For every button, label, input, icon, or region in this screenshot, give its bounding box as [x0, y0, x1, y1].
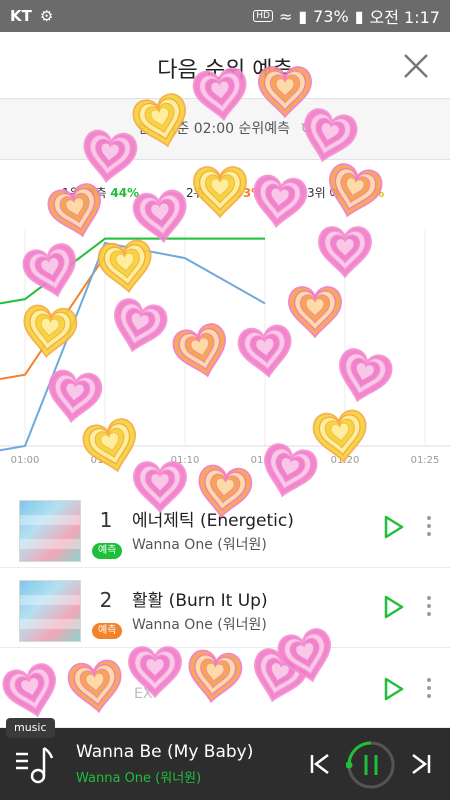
prediction-3-label: 3위 예측: [307, 186, 352, 200]
album-art: [19, 580, 81, 642]
song-artist: Wanna One (워너원): [132, 537, 267, 553]
prediction-1-percent: 44%: [110, 186, 140, 200]
play-icon: [384, 677, 404, 701]
chart-svg: 01:00 01:05 01:10 01:15 01:20 01:25: [0, 230, 450, 466]
play-icon: [384, 595, 404, 619]
x-tick-label: 01:20: [331, 455, 360, 466]
close-button[interactable]: [396, 46, 436, 86]
page-title: 다음 순위 예측: [157, 58, 293, 83]
close-icon: [404, 54, 428, 78]
rank-number: 2: [99, 588, 113, 612]
playlist-menu-icon[interactable]: [14, 744, 54, 784]
rank-number: 1: [99, 508, 113, 532]
song-title: 활활 (Burn It Up): [132, 591, 268, 611]
next-button[interactable]: [408, 750, 434, 778]
wifi-icon: ≈: [278, 6, 293, 26]
timestamp-text-row: 현재기준 02:00 순위예측 ↻: [0, 118, 450, 138]
clock: 오전 1:17: [369, 8, 440, 27]
now-playing-artist: Wanna One (워너원): [76, 771, 202, 786]
song-artist: Wanna One (워너원): [132, 617, 267, 633]
x-tick-label: 01:10: [171, 455, 200, 466]
prediction-badge: 예측: [92, 623, 123, 639]
prediction-chart: 01:00 01:05 01:10 01:15 01:20 01:25: [0, 220, 450, 470]
song-row-2[interactable]: 2 예측 활활 (Burn It Up) Wanna One (워너원): [0, 568, 450, 648]
status-bar: KT ⚙ HD ≈ ▮ 73% ▮ 오전 1:17: [0, 0, 450, 32]
x-tick-label: 01:05: [91, 455, 120, 466]
play-button[interactable]: [380, 594, 406, 620]
header: 다음 순위 예측: [0, 32, 450, 98]
prediction-1: 1위 예측 44%: [62, 184, 139, 201]
prediction-1-label: 1위 예측: [62, 186, 107, 200]
x-tick-label: 01:25: [411, 455, 440, 466]
timestamp-bar: 현재기준 02:00 순위예측 ↻: [0, 98, 450, 160]
previous-button[interactable]: [307, 750, 333, 778]
prediction-2: 2위 예측 33%: [186, 184, 263, 201]
play-icon: [384, 515, 404, 539]
song-row-3[interactable]: EX: [0, 648, 450, 728]
x-tick-label: 01:00: [11, 455, 40, 466]
now-playing-title[interactable]: Wanna Be (My Baby): [76, 742, 253, 762]
album-art: [19, 500, 81, 562]
prediction-3: 3위 예측 23%: [307, 184, 384, 201]
more-options-icon[interactable]: [422, 592, 436, 622]
song-title: 에너제틱 (Energetic): [132, 511, 294, 531]
status-right: HD ≈ ▮ 73% ▮ 오전 1:17: [253, 4, 440, 28]
prediction-badge: 예측: [92, 543, 123, 559]
next-icon: [412, 754, 431, 774]
settings-icon: ⚙: [39, 7, 54, 25]
song-artist: EX: [134, 686, 153, 702]
battery-icon: ▮: [354, 6, 364, 26]
pause-button[interactable]: [345, 740, 396, 790]
carrier-label: KT: [10, 7, 32, 25]
series-line-2위: [0, 255, 106, 381]
prediction-2-label: 2위 예측: [186, 186, 231, 200]
status-left: KT ⚙: [10, 7, 53, 25]
previous-icon: [310, 754, 329, 774]
refresh-icon[interactable]: ↻: [301, 121, 313, 137]
hd-badge: HD: [253, 10, 273, 22]
timestamp-text: 현재기준 02:00 순위예측: [137, 121, 291, 137]
play-button[interactable]: [380, 514, 406, 540]
battery-level: 73%: [313, 6, 349, 26]
signal-icon: ▮: [298, 6, 308, 26]
play-button[interactable]: [380, 676, 406, 702]
music-tab[interactable]: music: [6, 718, 55, 738]
prediction-3-percent: 23%: [355, 186, 385, 200]
song-row-1[interactable]: 1 예측 에너제틱 (Energetic) Wanna One (워너원): [0, 488, 450, 568]
pause-icon: [345, 741, 395, 789]
prediction-2-percent: 33%: [234, 186, 264, 200]
x-tick-label: 01:15: [251, 455, 280, 466]
more-options-icon[interactable]: [422, 512, 436, 542]
prediction-row: 1위 예측 44% 2위 예측 33% 3위 예측 23%: [0, 184, 450, 204]
more-options-icon[interactable]: [422, 674, 436, 704]
series-line-3위: [0, 241, 266, 452]
